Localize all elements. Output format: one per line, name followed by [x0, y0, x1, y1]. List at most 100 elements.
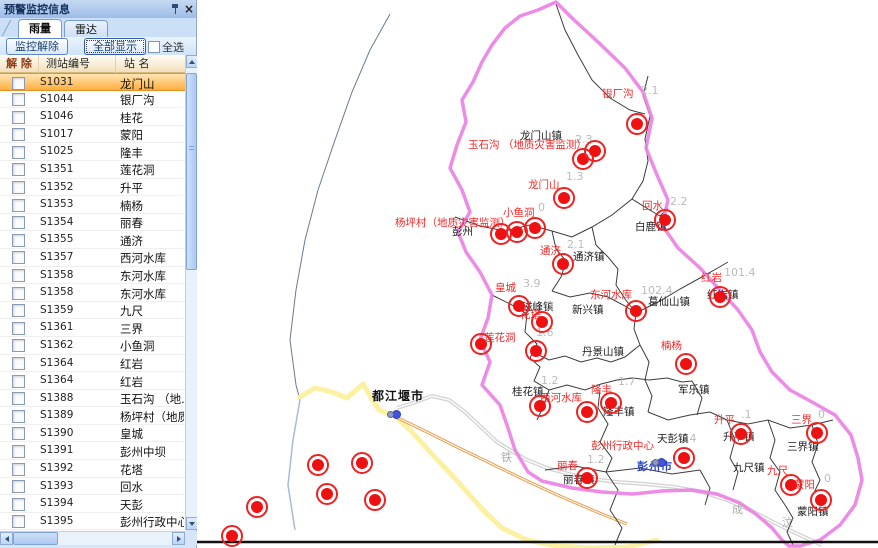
table-row[interactable]: S1388玉石沟 （地..	[0, 390, 185, 408]
table-row[interactable]: S1352升平	[0, 179, 185, 197]
vertical-scrollbar[interactable]	[185, 55, 197, 530]
table-row[interactable]: S1394天彭	[0, 495, 185, 513]
table-row[interactable]: S1389杨坪村（地质..	[0, 407, 185, 425]
station-marker[interactable]	[576, 401, 598, 423]
tab-radar[interactable]: 雷达	[64, 20, 108, 37]
release-checkbox[interactable]	[12, 163, 25, 176]
station-marker[interactable]	[709, 286, 731, 308]
station-marker[interactable]	[675, 353, 697, 375]
release-checkbox[interactable]	[12, 269, 25, 282]
release-checkbox[interactable]	[12, 304, 25, 317]
station-marker[interactable]	[221, 525, 243, 547]
header-station-code[interactable]: 测站编号	[38, 55, 115, 73]
station-marker[interactable]	[531, 311, 553, 333]
release-checkbox[interactable]	[12, 427, 25, 440]
scroll-right-button[interactable]	[172, 532, 185, 545]
show-all-button[interactable]: 全部显示	[84, 38, 146, 55]
station-marker[interactable]	[673, 447, 695, 469]
release-checkbox[interactable]	[12, 375, 25, 388]
release-checkbox[interactable]	[12, 181, 25, 194]
station-marker[interactable]	[508, 295, 530, 317]
station-marker[interactable]	[470, 333, 492, 355]
release-monitor-button[interactable]: 监控解除	[6, 38, 68, 55]
table-row[interactable]: S1357西河水库	[0, 249, 185, 267]
station-marker[interactable]	[316, 483, 338, 505]
release-checkbox[interactable]	[12, 251, 25, 264]
release-checkbox[interactable]	[12, 77, 25, 90]
table-row[interactable]: S1391彭州中坝	[0, 442, 185, 460]
release-checkbox[interactable]	[12, 199, 25, 212]
table-row[interactable]: S1353楠杨	[0, 196, 185, 214]
table-row[interactable]: S1351莲花洞	[0, 161, 185, 179]
station-marker[interactable]	[576, 467, 598, 489]
station-marker[interactable]	[364, 489, 386, 511]
table-row[interactable]: S1362小鱼洞	[0, 337, 185, 355]
table-row[interactable]: S1354丽春	[0, 214, 185, 232]
station-marker[interactable]	[351, 452, 373, 474]
release-checkbox[interactable]	[12, 322, 25, 335]
table-row[interactable]: S1025隆丰	[0, 143, 185, 161]
release-checkbox[interactable]	[12, 93, 25, 106]
header-release[interactable]: 解 除	[0, 55, 38, 73]
station-marker[interactable]	[553, 187, 575, 209]
table-row[interactable]: S1392花塔	[0, 460, 185, 478]
tab-rainfall[interactable]: 雨量	[18, 19, 62, 38]
table-row[interactable]: S1390皇城	[0, 425, 185, 443]
horizontal-scroll-thumb[interactable]	[13, 532, 58, 545]
station-marker[interactable]	[552, 253, 574, 275]
release-checkbox[interactable]	[12, 234, 25, 247]
table-row[interactable]: S1355通济	[0, 231, 185, 249]
release-checkbox[interactable]	[12, 111, 25, 124]
release-checkbox[interactable]	[12, 463, 25, 476]
station-marker[interactable]	[525, 340, 547, 362]
release-checkbox[interactable]	[12, 515, 25, 528]
station-marker[interactable]	[524, 217, 546, 239]
station-marker[interactable]	[626, 113, 648, 135]
table-row[interactable]: S1358东河水库	[0, 284, 185, 302]
station-marker[interactable]	[307, 454, 329, 476]
station-marker[interactable]	[600, 392, 622, 414]
release-checkbox[interactable]	[12, 128, 25, 141]
select-all-checkbox[interactable]	[148, 41, 160, 53]
table-row[interactable]: S1361三界	[0, 319, 185, 337]
table-row[interactable]: S1044银厂沟	[0, 91, 185, 109]
table-row[interactable]: S1046桂花	[0, 108, 185, 126]
table-row[interactable]: S1031龙门山	[0, 73, 185, 91]
release-checkbox[interactable]	[12, 480, 25, 493]
station-value: 101.4	[724, 266, 756, 279]
station-marker[interactable]	[806, 422, 828, 444]
pin-icon[interactable]	[168, 2, 182, 16]
table-row[interactable]: S1364红岩	[0, 355, 185, 373]
release-checkbox[interactable]	[12, 287, 25, 300]
release-checkbox[interactable]	[12, 357, 25, 370]
scroll-left-button[interactable]	[0, 532, 13, 545]
table-row[interactable]: S1359九尺	[0, 302, 185, 320]
close-glyph: ×	[184, 4, 194, 14]
release-checkbox[interactable]	[12, 392, 25, 405]
station-marker[interactable]	[246, 496, 268, 518]
horizontal-scrollbar[interactable]	[0, 531, 185, 545]
station-marker[interactable]	[625, 300, 647, 322]
station-label: 皇城	[495, 280, 516, 295]
header-station-name[interactable]: 站 名	[115, 55, 185, 73]
station-marker[interactable]	[810, 489, 832, 511]
release-checkbox[interactable]	[12, 146, 25, 159]
table-row[interactable]: S1393回水	[0, 478, 185, 496]
table-row[interactable]: S1395彭州行政中心	[0, 513, 185, 531]
map-area[interactable]: 龙门山镇白鹿镇通济镇磁峰镇新兴镇葛仙山镇红岩镇丹景山镇桂花镇隆丰镇军乐镇天彭镇丽…	[197, 0, 878, 548]
table-row[interactable]: S1364红岩	[0, 372, 185, 390]
release-checkbox[interactable]	[12, 410, 25, 423]
vertical-scroll-thumb[interactable]	[186, 73, 197, 270]
station-marker[interactable]	[584, 140, 606, 162]
station-marker[interactable]	[529, 395, 551, 417]
station-marker[interactable]	[730, 423, 752, 445]
station-marker[interactable]	[654, 209, 676, 231]
station-marker[interactable]	[780, 474, 802, 496]
release-checkbox[interactable]	[12, 498, 25, 511]
release-checkbox[interactable]	[12, 445, 25, 458]
release-checkbox[interactable]	[12, 216, 25, 229]
close-icon[interactable]: ×	[182, 2, 196, 16]
release-checkbox[interactable]	[12, 339, 25, 352]
table-row[interactable]: S1358东河水库	[0, 267, 185, 285]
table-row[interactable]: S1017蒙阳	[0, 126, 185, 144]
